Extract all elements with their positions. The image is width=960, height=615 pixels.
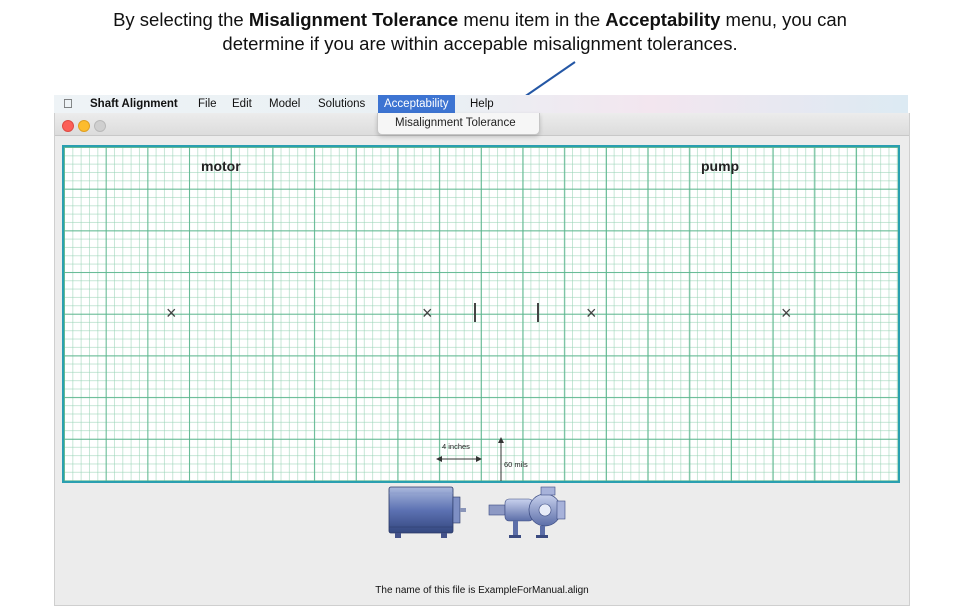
menu-shaft-alignment[interactable]: Shaft Alignment [90, 97, 178, 111]
horizontal-scale-label: 4 inches [442, 442, 470, 451]
menu-help[interactable]: Help [470, 97, 494, 111]
close-window-button[interactable] [62, 120, 74, 132]
menu-model[interactable]: Model [269, 97, 300, 111]
alignment-graph[interactable]: motor pump × × × × 4 inches 60 mils [62, 145, 900, 483]
motor-icon [388, 486, 466, 538]
zoom-window-button[interactable] [94, 120, 106, 132]
menu-solutions[interactable]: Solutions [318, 97, 365, 111]
menu-file[interactable]: File [198, 97, 217, 111]
apple-menu-icon[interactable]:  [63, 96, 73, 111]
app-window: motor pump × × × × 4 inches 60 mils The … [54, 113, 910, 606]
pump-icon [488, 486, 566, 538]
menu-item-misalignment-tolerance[interactable]: Misalignment Tolerance [395, 117, 516, 129]
menu-edit[interactable]: Edit [232, 97, 252, 111]
minimize-window-button[interactable] [78, 120, 90, 132]
menu-bar:  Shaft Alignment File Edit Model Soluti… [54, 95, 908, 113]
motor-pump-illustration [388, 486, 566, 538]
acceptability-dropdown: Misalignment Tolerance [377, 113, 540, 135]
menu-acceptability[interactable]: Acceptability [378, 95, 455, 113]
scale-indicator-icon [436, 437, 504, 481]
file-name-status: The name of this file is ExampleForManua… [375, 585, 589, 596]
vertical-scale-label: 60 mils [504, 460, 528, 469]
